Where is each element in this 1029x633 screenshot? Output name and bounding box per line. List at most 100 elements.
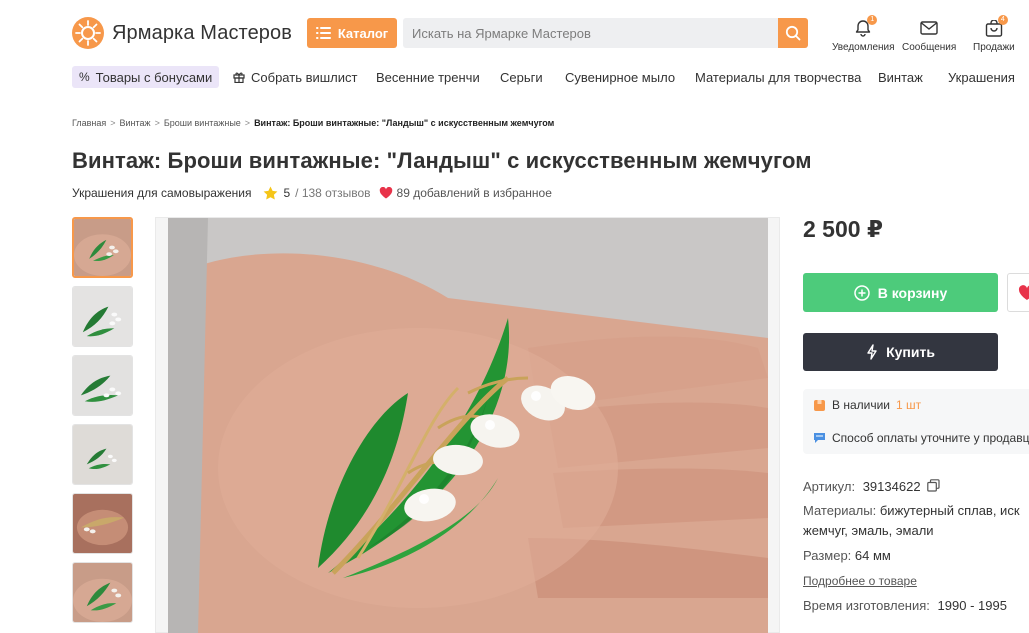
site-logo[interactable]: Ярмарка Мастеров — [72, 17, 292, 49]
nav-item-label: Винтаж — [878, 69, 923, 85]
article-label: Артикул: — [803, 479, 856, 494]
brooch-thumbnail-image — [73, 356, 132, 415]
breadcrumb-separator: > — [244, 118, 251, 128]
gift-icon — [233, 72, 245, 83]
add-to-favorites-button[interactable] — [1007, 273, 1029, 312]
thumbnail-3[interactable] — [72, 355, 133, 416]
nav-item-label: Украшения — [948, 69, 1015, 85]
breadcrumb-brooches[interactable]: Броши винтажные — [164, 118, 241, 128]
logo-sun-icon — [72, 17, 104, 49]
brooch-thumbnail-image — [73, 425, 132, 484]
favorites-count: 89 добавлений в избранное — [379, 186, 552, 200]
add-to-cart-label: В корзину — [877, 284, 948, 301]
nav-item-label: Серьги — [500, 69, 543, 85]
percent-icon: % — [79, 70, 90, 84]
nav-item-label: Сувенирное мыло — [565, 69, 676, 85]
list-icon — [315, 27, 331, 39]
thumbnail-6[interactable] — [72, 562, 133, 623]
brooch-thumbnail-image — [73, 287, 132, 346]
size-row: Размер: 64 мм — [803, 548, 891, 563]
product-meta: Украшения для самовыражения 5 / 138 отзы… — [72, 186, 552, 200]
messages-button[interactable]: Сообщения — [902, 18, 956, 53]
category-nav: % Товары с бонусами Собрать вишлист Весе… — [72, 66, 1029, 88]
messages-label: Сообщения — [902, 42, 957, 53]
product-main-image[interactable] — [155, 217, 780, 633]
nav-item-craft-materials[interactable]: Материалы для творчества — [695, 66, 861, 88]
breadcrumb: Главная > Винтаж > Броши винтажные > Вин… — [72, 118, 554, 128]
nav-item-label: Собрать вишлист — [251, 69, 358, 85]
thumbnail-2[interactable] — [72, 286, 133, 347]
buy-now-label: Купить — [886, 344, 935, 360]
nav-item-label: Весенние тренчи — [376, 69, 480, 85]
product-details-link[interactable]: Подробнее о товаре — [803, 574, 917, 588]
size-label: Размер: — [803, 548, 852, 563]
chat-icon — [814, 433, 825, 443]
heart-icon — [379, 187, 392, 199]
breadcrumb-vintage[interactable]: Винтаж — [120, 118, 151, 128]
notifications-button[interactable]: 1 Уведомления — [832, 15, 895, 53]
nav-item-soap[interactable]: Сувенирное мыло — [565, 66, 675, 88]
logo-text: Ярмарка Мастеров — [112, 21, 292, 44]
materials-value: бижутерный сплав, иск — [879, 503, 1020, 518]
product-price: 2 500 ₽ — [803, 216, 883, 242]
reviews-count: / 138 отзывов — [295, 186, 371, 200]
production-value: 1990 - 1995 — [937, 598, 1007, 613]
buy-now-button[interactable]: Купить — [803, 333, 998, 371]
rating-value: 5 — [283, 186, 291, 200]
search-input[interactable] — [403, 18, 778, 48]
size-value: 64 мм — [854, 548, 891, 563]
breadcrumb-current: Винтаж: Броши винтажные: "Ландыш" с иску… — [254, 118, 555, 128]
thumbnail-1[interactable] — [72, 217, 133, 278]
breadcrumb-home[interactable]: Главная — [72, 118, 106, 128]
materials-row-continued: жемчуг, эмаль, эмали — [803, 523, 934, 538]
availability-box: В наличии 1 шт Способ оплаты уточните у … — [803, 389, 1029, 454]
payment-note-text: Способ оплаты уточните у продавца — [832, 431, 1029, 445]
catalog-button[interactable]: Каталог — [307, 18, 397, 48]
stock-status: В наличии 1 шт — [813, 398, 921, 412]
shop-link[interactable]: Украшения для самовыражения — [72, 186, 251, 200]
materials-label: Материалы: — [803, 503, 877, 518]
materials-value-continued: жемчуг, эмаль, эмали — [803, 523, 934, 538]
article-value: 39134622 — [862, 479, 921, 494]
nav-item-vintage[interactable]: Винтаж — [878, 66, 923, 88]
notifications-badge: 1 — [867, 15, 878, 25]
production-label: Время изготовления: — [803, 598, 930, 613]
notifications-label: Уведомления — [832, 42, 895, 53]
breadcrumb-separator: > — [110, 118, 116, 128]
nav-item-bonus-goods[interactable]: % Товары с бонусами — [72, 66, 220, 88]
heart-icon — [1019, 284, 1029, 300]
brooch-thumbnail-image — [73, 563, 132, 622]
brooch-photo — [168, 218, 768, 633]
plus-circle-icon — [853, 284, 870, 301]
materials-row: Материалы: бижутерный сплав, иск — [803, 503, 1020, 518]
sales-badge: 4 — [997, 15, 1008, 25]
thumbnail-4[interactable] — [72, 424, 133, 485]
nav-item-label: Товары с бонусами — [95, 69, 213, 85]
brooch-thumbnail-image — [73, 494, 132, 553]
article-row: Артикул: 39134622 — [803, 479, 940, 494]
favorites-label: 89 добавлений в избранное — [396, 186, 552, 200]
nav-item-wishlist[interactable]: Собрать вишлист — [233, 66, 357, 88]
nav-item-label: Материалы для творчества — [695, 69, 862, 85]
lightning-icon — [867, 344, 877, 360]
search-button[interactable] — [778, 18, 808, 48]
add-to-cart-button[interactable]: В корзину — [803, 273, 998, 312]
stock-quantity: 1 шт — [896, 398, 922, 412]
brooch-thumbnail-image — [74, 219, 131, 276]
envelope-icon — [920, 21, 938, 35]
payment-note: Способ оплаты уточните у продавца — [813, 431, 1029, 445]
breadcrumb-separator: > — [154, 118, 160, 128]
nav-item-earrings[interactable]: Серьги — [500, 66, 543, 88]
page-title: Винтаж: Броши винтажные: "Ландыш" с иску… — [72, 148, 812, 173]
catalog-label: Каталог — [337, 25, 389, 41]
sales-button[interactable]: 4 Продажи — [973, 15, 1015, 53]
search-icon — [785, 25, 801, 41]
box-icon — [814, 399, 825, 411]
copy-icon[interactable] — [927, 479, 940, 492]
search-bar — [403, 18, 808, 48]
rating[interactable]: 5 / 138 отзывов — [263, 186, 371, 200]
sales-label: Продажи — [973, 42, 1015, 53]
nav-item-jewelry[interactable]: Украшения — [948, 66, 1015, 88]
thumbnail-5[interactable] — [72, 493, 133, 554]
nav-item-spring-trench[interactable]: Весенние тренчи — [376, 66, 480, 88]
